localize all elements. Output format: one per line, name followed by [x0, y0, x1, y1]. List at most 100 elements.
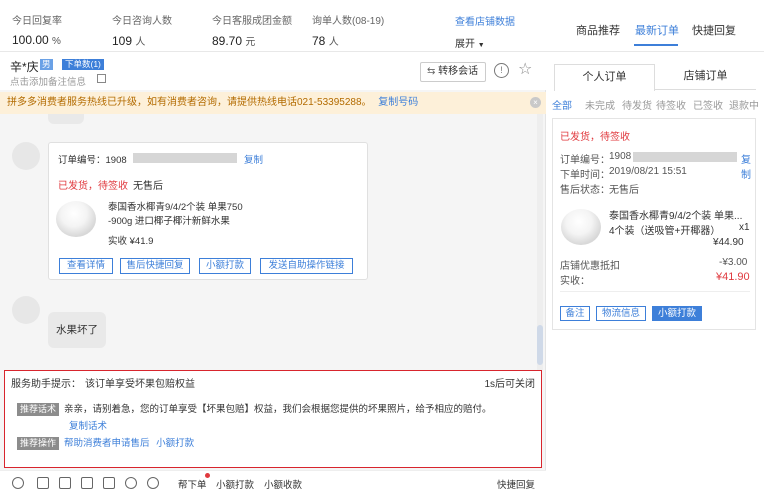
chat-panel: 今日回复率 100.00 % 今日咨询人数 109 人 今日客服成团金额 89.… [0, 0, 546, 500]
order-filters: 全部 未完成 待发货 待签收 已签收 退款中 [546, 94, 764, 112]
warning-icon[interactable]: ! [494, 63, 509, 78]
order-count-badge[interactable]: 下单数(1) [62, 59, 104, 70]
view-details-button[interactable]: 查看详情 [59, 258, 113, 274]
tab-quick-reply[interactable]: 快捷回复 [692, 22, 736, 38]
assistant-title: 服务助手提示： [11, 379, 81, 390]
tab-product-recommend[interactable]: 商品推荐 [576, 22, 620, 38]
stat-unit: % [52, 36, 61, 47]
subtab-shop-order[interactable]: 店铺订单 [655, 64, 756, 90]
active-tab-indicator [634, 44, 678, 46]
discount-label: 店铺优惠抵扣 [560, 261, 620, 272]
message-bubble-partial [48, 114, 84, 124]
expand-label: 展开 [455, 39, 475, 50]
close-icon[interactable]: × [530, 97, 541, 108]
close-countdown[interactable]: 1s后可关闭 [484, 375, 535, 390]
recommended-script-text: 亲亲，请别着急，您的订单享受【坏果包赔】权益，我们会根据您提供的坏果照片，给予相… [64, 404, 492, 415]
input-toolbar: 帮下单 小额打款 小额收款 快捷回复 [0, 470, 546, 500]
product-title-1: 泰国香水椰青9/4/2个装 单果... [609, 211, 743, 222]
chat-scrollbar-thumb[interactable] [537, 325, 543, 365]
file-icon[interactable] [59, 477, 71, 489]
view-shop-data-link[interactable]: 查看店铺数据 [455, 13, 515, 28]
recommended-script-row: 推荐话术 亲亲，请别着急，您的订单享受【坏果包赔】权益，我们会根据您提供的坏果照片… [17, 401, 537, 416]
customer-header: 辛*庆 男 下单数(1) 点击添加备注信息 ⇆ 转移会话 ! ☆ [0, 52, 546, 90]
coupon-icon[interactable] [103, 477, 115, 489]
emoji-icon[interactable] [12, 477, 24, 489]
small-collect-tool[interactable]: 小额收款 [264, 477, 302, 491]
paid-amount: 实收 ¥41.9 [108, 236, 154, 247]
small-payment-link[interactable]: 小额打款 [156, 438, 194, 449]
message-list: 订单编号：1908 复制 已发货，待签收 无售后 泰国香水椰青9/4/2个装 单… [0, 114, 546, 370]
stat-label: 询单人数(08-19) [312, 16, 385, 27]
order-no-masked [633, 152, 737, 162]
order-status: 已发货，待签收 [560, 132, 630, 143]
subtab-personal-order[interactable]: 个人订单 [554, 64, 655, 91]
copy-order-link[interactable]: 复制 [244, 152, 263, 166]
small-payment-button[interactable]: 小额打款 [199, 258, 251, 274]
transfer-session-button[interactable]: ⇆ 转移会话 [420, 62, 486, 82]
assistant-panel: 服务助手提示： 该订单享受坏果包赔权益 1s后可关闭 推荐话术 亲亲，请别着急，您… [4, 370, 542, 468]
avatar [12, 296, 40, 324]
order-no: 1908 [609, 151, 632, 162]
product-title-2: -900g 进口椰子椰汁新鲜水果 [108, 216, 230, 227]
recommended-operation-tag: 推荐操作 [17, 437, 60, 450]
copy-number-link[interactable]: 复制号码 [378, 97, 418, 108]
image-icon[interactable] [37, 477, 49, 489]
filter-refunding[interactable]: 退款中 [729, 97, 764, 112]
note-button[interactable]: 备注 [560, 306, 590, 321]
filter-incomplete[interactable]: 未完成 [585, 97, 615, 112]
send-self-service-link-button[interactable]: 发送自助操作链接 [260, 258, 353, 274]
stat-value: 100.00 [12, 33, 49, 47]
add-note-link[interactable]: 点击添加备注信息 [10, 74, 86, 88]
copy-script-link[interactable]: 复制话术 [69, 418, 107, 432]
star-icon[interactable]: ☆ [518, 59, 532, 79]
product-image [56, 201, 96, 237]
order-number-masked [133, 153, 237, 163]
stat-unit: 人 [328, 37, 339, 48]
discount-value: -¥3.00 [719, 257, 748, 268]
transfer-label: 转移会话 [438, 66, 479, 77]
stat-inquiry: 询单人数(08-19) 78 人 [312, 12, 384, 48]
product-card-icon[interactable] [81, 477, 93, 489]
apply-aftersale-link[interactable]: 帮助消费者申请售后 [64, 438, 150, 449]
expand-toggle[interactable]: 展开 ▼ [455, 35, 485, 50]
stat-value: 78 [312, 34, 326, 48]
order-card: 订单编号：1908 复制 已发货，待签收 无售后 泰国香水椰青9/4/2个装 单… [48, 142, 368, 280]
aftersale-label: 售后状态： [560, 185, 610, 196]
paid-value: ¥41.90 [716, 271, 750, 283]
filter-to-sign[interactable]: 待签收 [656, 97, 686, 112]
small-payment-tool[interactable]: 小额打款 [216, 477, 254, 491]
copy-order-no-link[interactable]: 复制 [741, 151, 755, 181]
recommended-operation-row: 推荐操作 帮助消费者申请售后 小额打款 [17, 435, 194, 450]
divider [560, 291, 750, 292]
edit-icon[interactable] [97, 74, 106, 83]
assistant-subtitle: 该订单享受坏果包赔权益 [85, 379, 195, 390]
product-image [561, 209, 601, 245]
recommended-script-tag: 推荐话术 [17, 403, 60, 416]
stat-unit: 人 [135, 37, 146, 48]
order-status: 已发货，待签收 [58, 181, 128, 192]
filter-signed[interactable]: 已签收 [693, 97, 723, 112]
stats-bar: 今日回复率 100.00 % 今日咨询人数 109 人 今日客服成团金额 89.… [0, 0, 546, 52]
quick-reply-tool[interactable]: 快捷回复 [497, 477, 535, 491]
stat-label: 今日咨询人数 [112, 16, 172, 27]
filter-all[interactable]: 全部 [552, 97, 572, 112]
help-order-button[interactable]: 帮下单 [178, 477, 207, 491]
product-title-2: 4个装（送吸管+开椰器） [609, 226, 721, 237]
filter-to-ship[interactable]: 待发货 [622, 97, 652, 112]
stat-label: 今日回复率 [12, 16, 62, 27]
product-qty: x1 [739, 222, 750, 233]
tab-latest-order[interactable]: 最新订单 [635, 22, 679, 38]
order-time: 2019/08/21 15:51 [609, 166, 687, 177]
small-payment-button[interactable]: 小额打款 [652, 306, 702, 321]
stat-amount: 今日客服成团金额 89.70 元 [212, 12, 292, 48]
side-panel: 商品推荐 最新订单 快捷回复 个人订单 店铺订单 全部 未完成 待发货 待签收 … [546, 0, 764, 500]
aftersale-reply-button[interactable]: 售后快捷回复 [120, 258, 190, 274]
customer-name: 辛*庆 [10, 60, 39, 74]
video-icon[interactable] [125, 477, 137, 489]
red-dot [205, 473, 210, 478]
latest-order-card: 已发货，待签收 订单编号： 1908 复制 下单时间： 2019/08/21 1… [552, 118, 756, 330]
logistics-button[interactable]: 物流信息 [596, 306, 646, 321]
notice-text: 拼多多消费者服务热线已升级，如有消费者咨询，请提供热线电话021-5339528… [7, 97, 372, 108]
stat-value: 109 [112, 34, 133, 48]
order-icon[interactable] [147, 477, 159, 489]
